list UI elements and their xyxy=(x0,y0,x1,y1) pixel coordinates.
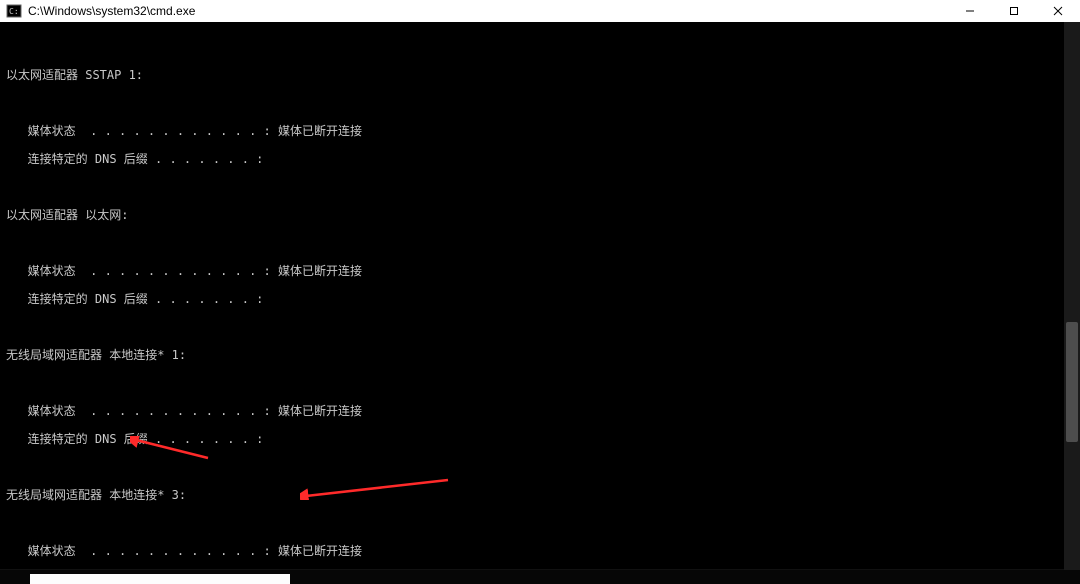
dns-suffix: 连接特定的 DNS 后缀 . . . . . . . : xyxy=(6,292,1074,306)
dns-suffix: 连接特定的 DNS 后缀 . . . . . . . : xyxy=(6,152,1074,166)
media-state: 媒体状态 . . . . . . . . . . . . : 媒体已断开连接 xyxy=(6,264,1074,278)
adapter-header-ethernet: 以太网适配器 以太网: xyxy=(6,208,1074,222)
svg-text:C:: C: xyxy=(9,7,19,16)
window-title: C:\Windows\system32\cmd.exe xyxy=(28,4,195,18)
titlebar[interactable]: C: C:\Windows\system32\cmd.exe xyxy=(0,0,1080,22)
taskbar-search[interactable] xyxy=(30,574,290,584)
adapter-header-local1: 无线局域网适配器 本地连接* 1: xyxy=(6,348,1074,362)
adapter-header-local3: 无线局域网适配器 本地连接* 3: xyxy=(6,488,1074,502)
maximize-button[interactable] xyxy=(992,0,1036,22)
cmd-icon: C: xyxy=(6,3,22,19)
scroll-thumb[interactable] xyxy=(1066,322,1078,442)
adapter-header-sstap1: 以太网适配器 SSTAP 1: xyxy=(6,68,1074,82)
dns-suffix: 连接特定的 DNS 后缀 . . . . . . . : xyxy=(6,432,1074,446)
taskbar[interactable] xyxy=(0,569,1080,584)
close-button[interactable] xyxy=(1036,0,1080,22)
minimize-button[interactable] xyxy=(948,0,992,22)
vertical-scrollbar[interactable] xyxy=(1064,22,1080,570)
media-state: 媒体状态 . . . . . . . . . . . . : 媒体已断开连接 xyxy=(6,124,1074,138)
media-state: 媒体状态 . . . . . . . . . . . . : 媒体已断开连接 xyxy=(6,404,1074,418)
media-state: 媒体状态 . . . . . . . . . . . . : 媒体已断开连接 xyxy=(6,544,1074,558)
cmd-window: C: C:\Windows\system32\cmd.exe 以太网适配器 SS… xyxy=(0,0,1080,584)
terminal-output[interactable]: 以太网适配器 SSTAP 1: 媒体状态 . . . . . . . . . .… xyxy=(0,22,1080,569)
